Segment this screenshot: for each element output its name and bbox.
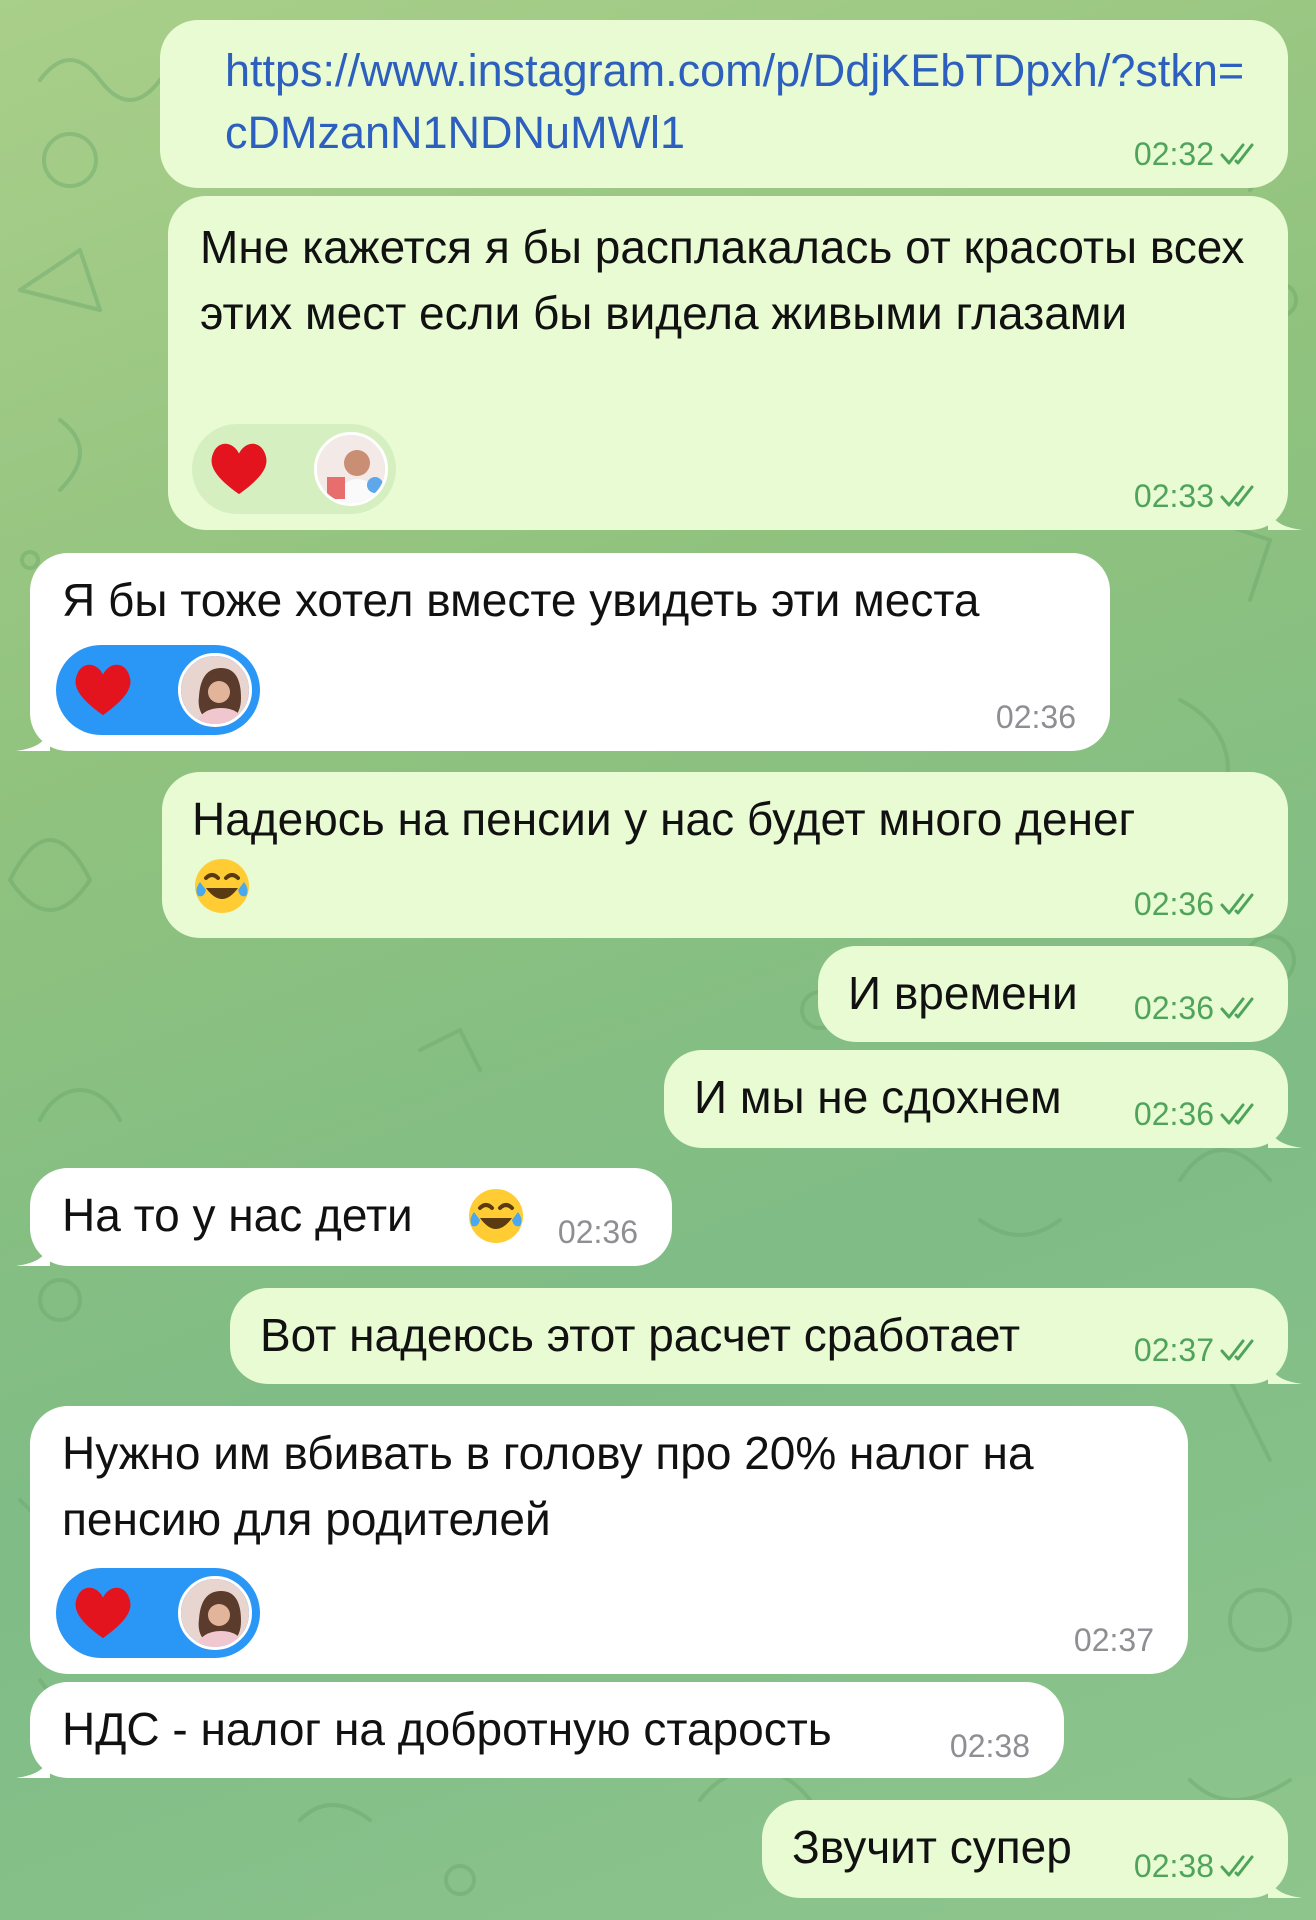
message-text: Надеюсь на пенсии у нас будет много дене… — [192, 793, 1136, 845]
message-outgoing[interactable]: Мне кажется я бы расплакалась от красоты… — [168, 196, 1302, 530]
double-check-icon — [1220, 1339, 1254, 1361]
message-meta: 02:37 — [1134, 1334, 1260, 1366]
message-time: 02:38 — [949, 1728, 1030, 1764]
message-incoming[interactable]: Нужно им вбивать в голову про 20% налог … — [30, 1406, 1188, 1674]
message-time: 02:32 — [1133, 136, 1214, 172]
message-reaction[interactable] — [56, 645, 260, 735]
double-check-icon — [1220, 143, 1254, 165]
message-meta: 02:38 — [950, 1730, 1030, 1762]
double-check-icon — [1220, 997, 1254, 1019]
bubble-tail — [1268, 1864, 1302, 1898]
double-check-icon — [1220, 1855, 1254, 1877]
message-time: 02:36 — [1133, 886, 1214, 922]
bubble-tail — [1268, 1350, 1302, 1384]
double-check-icon — [1220, 893, 1254, 915]
message-text: Нужно им вбивать в голову про 20% налог … — [62, 1427, 1034, 1545]
message-meta: 02:36 — [1134, 1098, 1260, 1130]
message-text: НДС - налог на добротную старость — [62, 1703, 832, 1755]
heart-icon — [211, 443, 267, 495]
message-incoming[interactable]: На то у нас дети 02:36 — [16, 1168, 672, 1266]
message-outgoing[interactable]: И мы не сдохнем 02:36 — [664, 1050, 1302, 1148]
message-time: 02:36 — [1133, 990, 1214, 1026]
message-incoming[interactable]: Я бы тоже хотел вместе увидеть эти места… — [16, 553, 1110, 751]
message-reaction[interactable] — [56, 1568, 260, 1658]
message-text: Мне кажется я бы расплакалась от красоты… — [200, 221, 1245, 339]
double-check-icon — [1220, 1103, 1254, 1125]
face-with-tears-of-joy-icon — [195, 859, 249, 913]
avatar-man — [314, 432, 388, 506]
message-reaction[interactable] — [192, 424, 396, 514]
heart-icon — [75, 1587, 131, 1639]
heart-icon — [75, 664, 131, 716]
message-incoming[interactable]: НДС - налог на добротную старость 02:38 — [16, 1682, 1064, 1778]
message-meta: 02:33 — [1134, 480, 1260, 512]
double-check-icon — [1220, 485, 1254, 507]
message-meta: 02:37 — [1074, 1624, 1154, 1656]
bubble-tail — [16, 717, 50, 751]
message-outgoing[interactable]: Вот надеюсь этот расчет сработает 02:37 — [230, 1288, 1302, 1384]
message-time: 02:38 — [1133, 1848, 1214, 1884]
message-time: 02:36 — [995, 699, 1076, 735]
bubble-tail — [16, 1744, 50, 1778]
message-outgoing[interactable]: Звучит супер 02:38 — [762, 1800, 1302, 1898]
message-meta: 02:38 — [1134, 1850, 1260, 1882]
message-time: 02:36 — [557, 1214, 638, 1250]
bubble-tail — [1268, 1114, 1302, 1148]
face-with-tears-of-joy-icon — [469, 1189, 523, 1243]
message-meta: 02:36 — [1134, 888, 1260, 920]
message-meta: 02:36 — [1134, 992, 1260, 1024]
message-text: Я бы тоже хотел вместе увидеть эти места — [62, 574, 980, 626]
bubble-tail — [16, 1232, 50, 1266]
message-meta: 02:36 — [558, 1216, 638, 1248]
message-outgoing[interactable]: https://www.instagram.com/p/DdjKEbTDpxh/… — [160, 20, 1288, 188]
message-outgoing[interactable]: И времени 02:36 — [818, 946, 1288, 1042]
message-time: 02:36 — [1133, 1096, 1214, 1132]
message-time: 02:37 — [1073, 1622, 1154, 1658]
message-time: 02:37 — [1133, 1332, 1214, 1368]
message-link[interactable]: https://www.instagram.com/p/DdjKEbTDpxh/… — [225, 40, 1252, 164]
avatar-woman — [178, 653, 252, 727]
avatar-woman — [178, 1576, 252, 1650]
message-meta: 02:36 — [996, 701, 1076, 733]
bubble-tail — [1268, 496, 1302, 530]
message-outgoing[interactable]: Надеюсь на пенсии у нас будет много дене… — [162, 772, 1288, 938]
message-meta: 02:32 — [1134, 138, 1260, 170]
message-time: 02:33 — [1133, 478, 1214, 514]
